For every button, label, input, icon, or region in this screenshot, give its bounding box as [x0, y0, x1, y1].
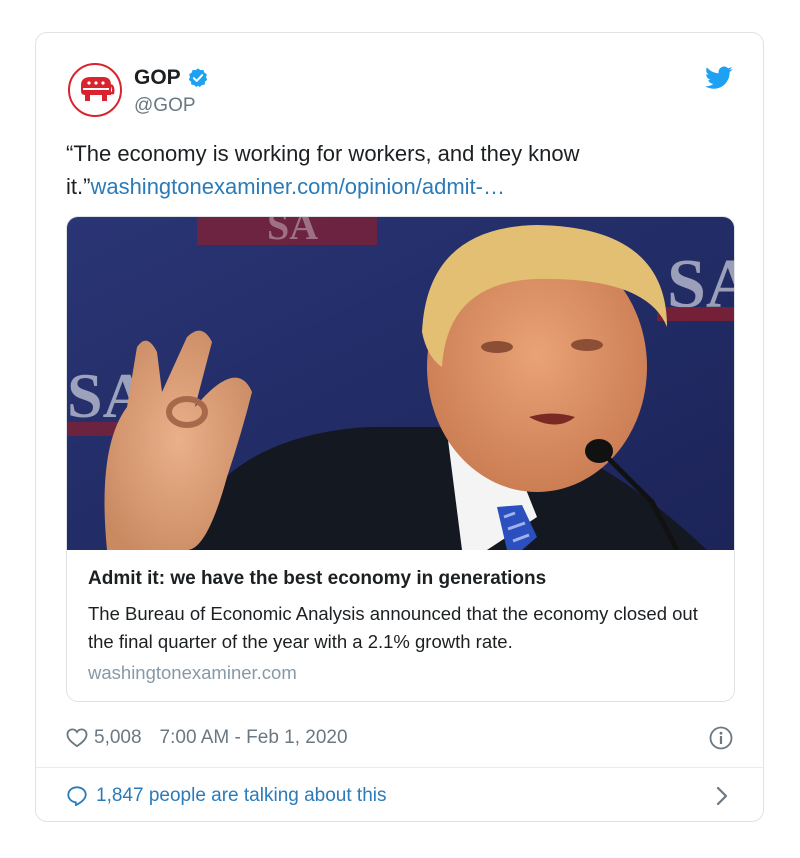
- author-handle[interactable]: @GOP: [134, 95, 196, 117]
- talking-row[interactable]: 1,847 people are talking about this: [66, 781, 387, 811]
- info-icon[interactable]: [709, 726, 733, 750]
- heart-icon[interactable]: [66, 728, 88, 748]
- speech-bubble-icon: [67, 786, 87, 807]
- card-title[interactable]: Admit it: we have the best economy in ge…: [88, 568, 546, 590]
- chevron-right-icon[interactable]: [715, 786, 729, 806]
- author-name-row[interactable]: GOP: [134, 66, 209, 90]
- twitter-bird-icon[interactable]: [705, 66, 733, 90]
- card-domain: washingtonexaminer.com: [88, 662, 297, 683]
- gop-elephant-icon: [81, 77, 115, 101]
- card-image[interactable]: SA SA SA: [67, 217, 735, 550]
- tweet-link[interactable]: washingtonexaminer.com/opinion/admit-…: [90, 174, 505, 199]
- tweet-timestamp[interactable]: 7:00 AM - Feb 1, 2020: [160, 727, 348, 749]
- avatar[interactable]: [68, 63, 122, 117]
- link-preview-card[interactable]: SA SA SA Admit it: we have the best econ…: [66, 216, 735, 702]
- tweet-card[interactable]: GOP @GOP “The economy is working for wor…: [35, 32, 764, 822]
- divider: [36, 767, 763, 768]
- tweet-meta-row: 5,008 7:00 AM - Feb 1, 2020: [66, 723, 348, 753]
- verified-badge-icon: [188, 68, 207, 88]
- talking-count[interactable]: 1,847 people are talking about this: [96, 785, 387, 807]
- svg-text:SA: SA: [267, 217, 318, 248]
- author-name[interactable]: GOP: [134, 66, 181, 90]
- tweet-text: “The economy is working for workers, and…: [66, 137, 726, 203]
- likes-count[interactable]: 5,008: [94, 727, 142, 749]
- card-description: The Bureau of Economic Analysis announce…: [88, 603, 698, 652]
